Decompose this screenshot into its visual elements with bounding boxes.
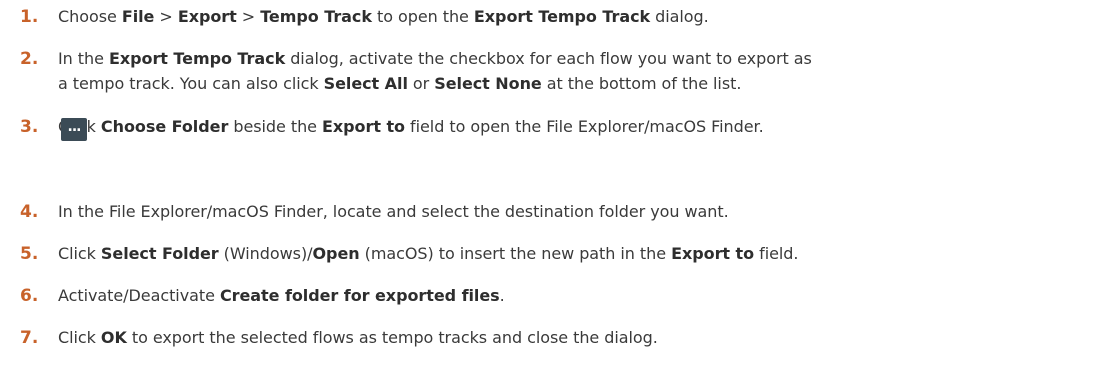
text-run: Choose (58, 7, 122, 26)
step-text: Activate/Deactivate Create folder for ex… (58, 283, 1113, 308)
select-folder-label: Select Folder (100, 244, 219, 263)
text-run: Activate/Deactivate (58, 286, 220, 305)
menu-export: Export (177, 7, 237, 26)
export-to-label: Export to (671, 244, 755, 263)
menu-tempo-track: Tempo Track (260, 7, 372, 26)
step-text: Click OK to export the selected flows as… (58, 325, 1113, 350)
step-text: Choose File > Export > Tempo Track to op… (58, 4, 1113, 29)
text-run: In the File Explorer/macOS Finder, locat… (58, 202, 729, 221)
export-to-label: Export to (322, 117, 405, 136)
text-run: dialog, activate the checkbox for each f… (285, 49, 812, 68)
instruction-steps: 1. Choose File > Export > Tempo Track to… (0, 0, 1119, 376)
select-all-label: Select All (323, 74, 408, 93)
step-number: 2. (20, 49, 39, 69)
text-run: . (499, 286, 505, 305)
step-text: Click Choose Folder beside the Export to… (58, 114, 1113, 139)
step-number: 4. (20, 202, 39, 222)
step-text: Click Select Folder (Windows)/Open (macO… (58, 241, 1113, 266)
select-none-label: Select None (434, 74, 542, 93)
text-run: to open the (371, 7, 474, 26)
text-run: field. (754, 244, 799, 263)
open-label: Open (312, 244, 360, 263)
menu-file: File (121, 7, 155, 26)
step-text: In the Export Tempo Track dialog, activa… (58, 46, 1113, 96)
create-folder-option-label: Create folder for exported files (219, 286, 500, 305)
text-run: field to open the File Explorer/macOS Fi… (405, 117, 764, 136)
text-run: at the bottom of the list. (541, 74, 742, 93)
text-run: beside the (228, 117, 322, 136)
text-run: > (154, 7, 178, 26)
text-run: or (407, 74, 435, 93)
choose-folder-icon: ... (61, 118, 87, 141)
text-run: to export the selected flows as tempo tr… (126, 328, 658, 347)
step-text: In the File Explorer/macOS Finder, locat… (58, 199, 1113, 224)
step-number: 1. (20, 7, 39, 27)
step-number: 7. (20, 328, 39, 348)
dialog-name: Export Tempo Track (473, 7, 651, 26)
text-run: (Windows)/ (218, 244, 313, 263)
step-number: 3. (20, 117, 39, 137)
ok-label: OK (100, 328, 127, 347)
text-run: Click (58, 244, 101, 263)
text-run: (macOS) to insert the new path in the (359, 244, 672, 263)
text-run: a tempo track. You can also click (58, 74, 324, 93)
text-run: dialog. (650, 7, 709, 26)
dialog-name: Export Tempo Track (108, 49, 286, 68)
text-run: > (236, 7, 261, 26)
text-run: Click (58, 328, 101, 347)
choose-folder-label: Choose Folder (100, 117, 229, 136)
step-number: 6. (20, 286, 39, 306)
step-number: 5. (20, 244, 39, 264)
text-run: In the (58, 49, 109, 68)
